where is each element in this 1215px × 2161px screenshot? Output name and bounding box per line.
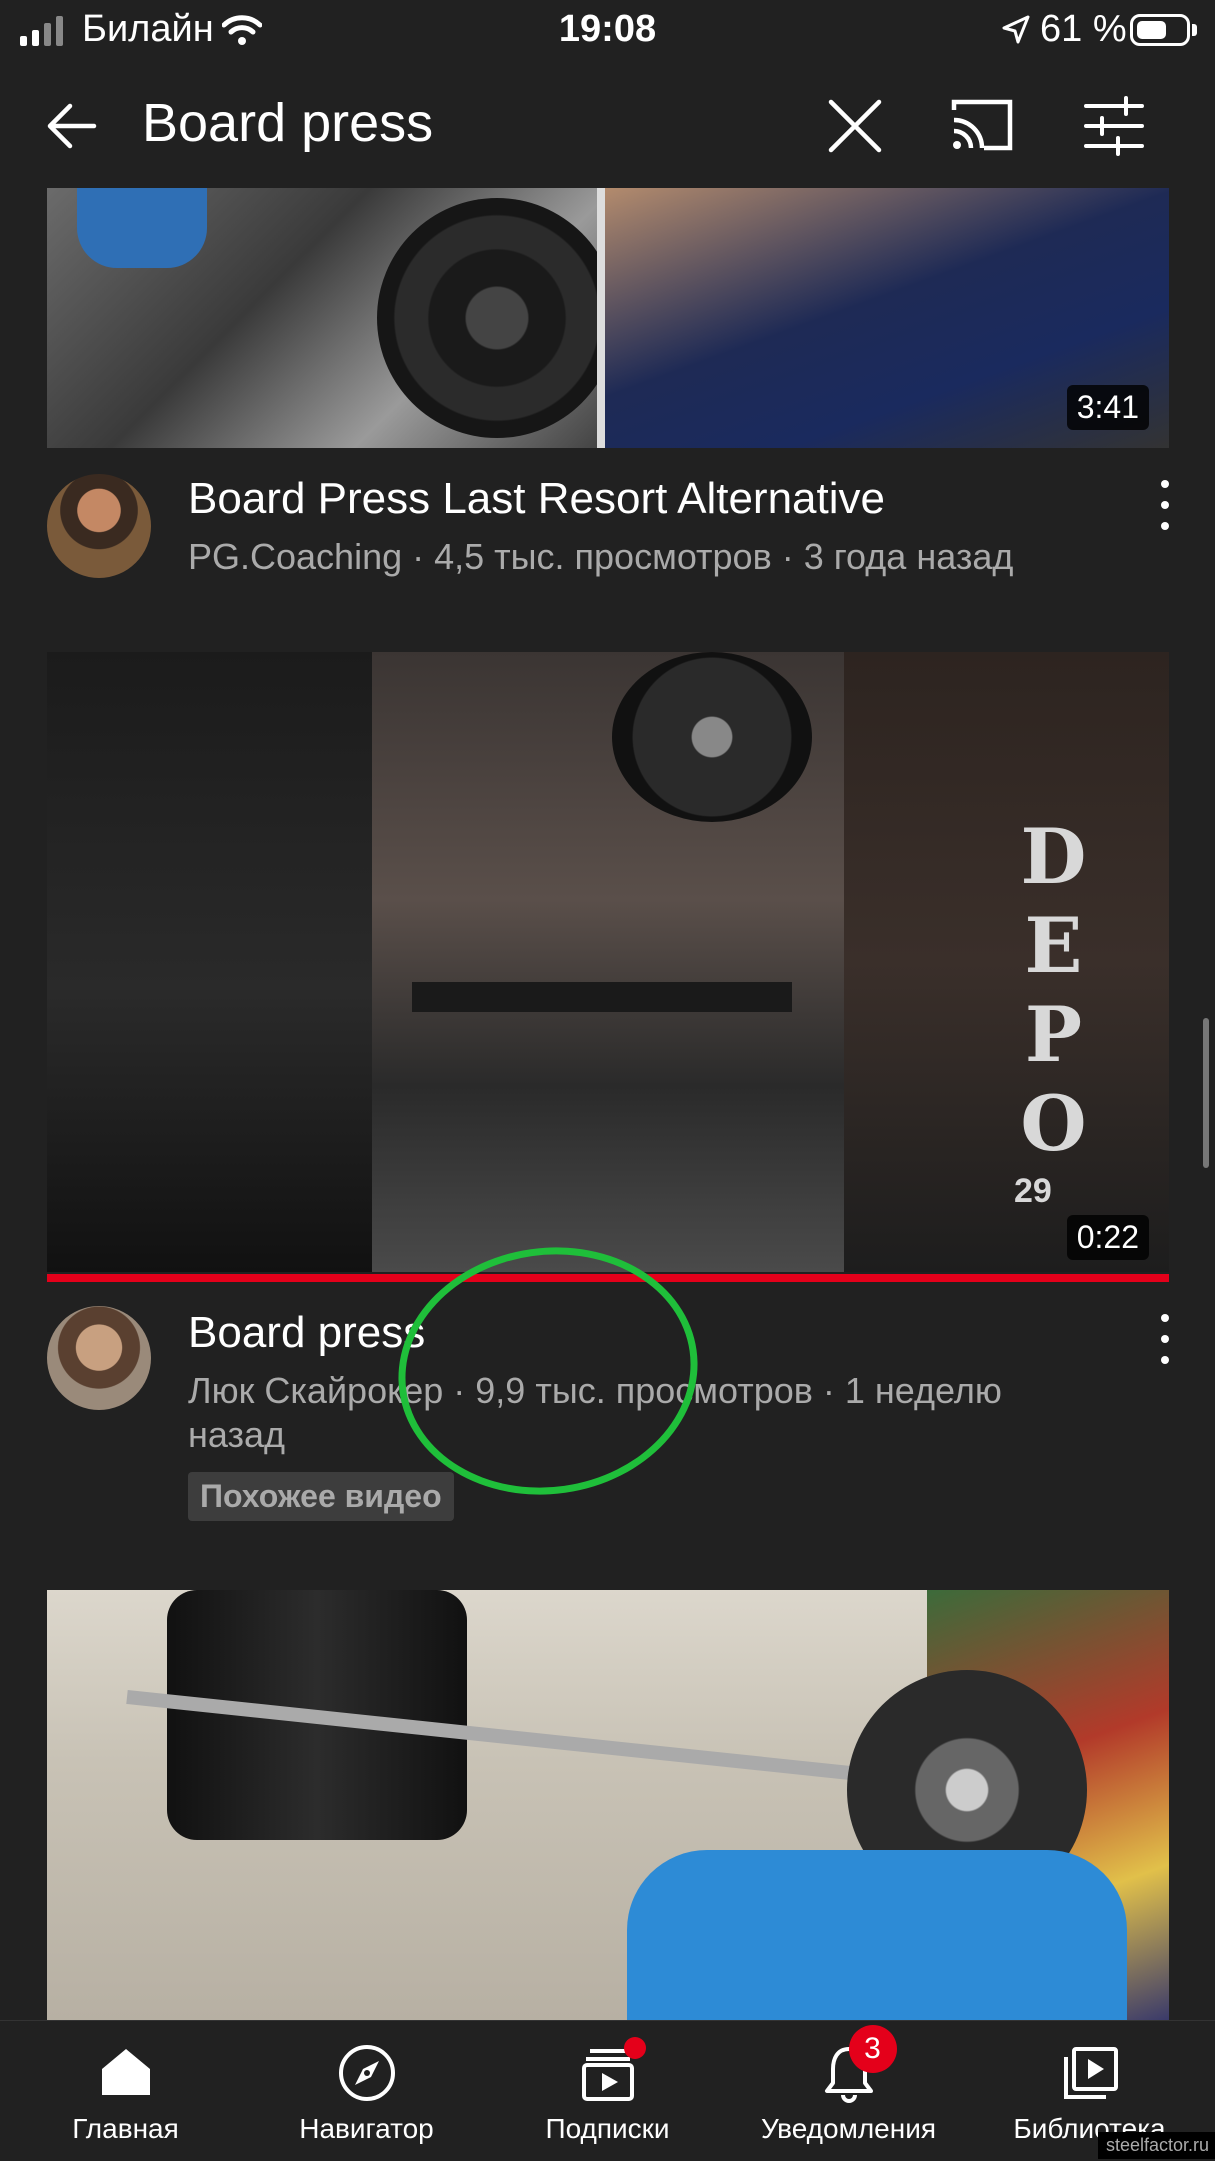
video-title[interactable]: Board Press Last Resort Alternative	[188, 474, 885, 524]
thumbnail-person	[627, 1850, 1127, 2020]
channel-avatar[interactable]	[47, 1306, 151, 1410]
close-icon[interactable]	[825, 96, 885, 156]
more-options-icon[interactable]	[1155, 1314, 1175, 1364]
battery-icon	[1130, 14, 1190, 46]
library-icon	[1060, 2043, 1120, 2108]
nav-notifications[interactable]: 3 Уведомления	[727, 2021, 970, 2161]
nav-label: Главная	[72, 2113, 179, 2144]
video-title[interactable]: Board press	[188, 1308, 425, 1358]
video-thumbnail[interactable]: 3:41	[47, 188, 1169, 448]
watermark: steelfactor.ru	[1098, 2132, 1215, 2159]
thumbnail-panel-right: DEPO 29	[844, 652, 1169, 1272]
bottom-navigation: Главная Навигатор Подписки 3 Уведомления…	[0, 2020, 1215, 2161]
nav-label: Уведомления	[760, 2113, 937, 2144]
thumbnail-panel-left	[47, 652, 372, 1272]
location-arrow-icon	[1000, 14, 1032, 51]
clock: 19:08	[558, 8, 657, 50]
bell-icon: 3	[819, 2025, 897, 2103]
notification-count-badge: 3	[848, 2025, 897, 2073]
scrollbar[interactable]	[1203, 1018, 1209, 1168]
subscriptions-icon	[578, 2037, 646, 2103]
video-duration: 3:41	[1066, 385, 1149, 430]
nav-subscriptions[interactable]: Подписки	[486, 2021, 729, 2161]
nav-label: Навигатор	[299, 2113, 434, 2144]
video-thumbnail[interactable]	[47, 1590, 1169, 2020]
search-query[interactable]: Board press	[142, 92, 433, 154]
nav-explore[interactable]: Навигатор	[245, 2021, 488, 2161]
cast-icon[interactable]	[950, 96, 1014, 154]
nav-label: Подписки	[545, 2113, 670, 2144]
video-duration: 0:22	[1066, 1215, 1149, 1260]
related-video-tag: Похожее видео	[188, 1472, 454, 1521]
filter-icon[interactable]	[1082, 94, 1146, 158]
video-thumbnail[interactable]: DEPO 29 0:22	[47, 652, 1169, 1272]
compass-icon	[337, 2043, 397, 2108]
more-options-icon[interactable]	[1155, 480, 1175, 530]
home-icon	[98, 2043, 154, 2104]
thumbnail-sign-text: DEPO	[1009, 812, 1098, 1168]
thumbnail-panel-left	[47, 188, 617, 448]
nav-home[interactable]: Главная	[4, 2021, 247, 2161]
back-arrow-icon[interactable]	[42, 96, 102, 156]
new-content-dot	[623, 2037, 646, 2059]
status-bar: Билайн 19:08 61 %	[0, 0, 1215, 62]
video-meta: PG.Coaching · 4,5 тыс. просмотров · 3 го…	[188, 536, 1014, 577]
thumbnail-panel-center	[372, 652, 844, 1272]
video-meta-continued: назад	[188, 1414, 286, 1455]
thumbnail-sign-number: 29	[1014, 1172, 1052, 1210]
battery-percentage: 61 %	[1040, 8, 1127, 50]
channel-avatar[interactable]	[47, 474, 151, 578]
battery-nub	[1192, 24, 1197, 36]
